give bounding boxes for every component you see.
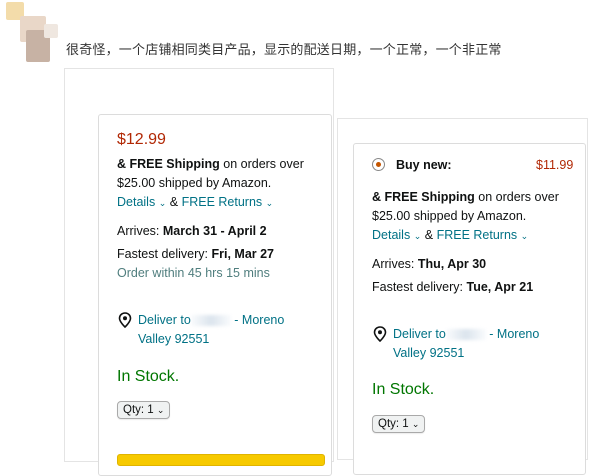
location-pin-icon — [118, 312, 132, 328]
right-in-stock: In Stock. — [372, 381, 435, 398]
right-arrives-value: Thu, Apr 30 — [417, 257, 487, 271]
chevron-down-icon: ⌄ — [520, 231, 529, 241]
left-in-stock: In Stock. — [117, 368, 180, 385]
left-qty-select[interactable]: Qty: 1 ⌄ — [117, 401, 171, 419]
left-shipping-line: & FREE Shipping on orders over — [117, 157, 304, 171]
left-free-returns-link[interactable]: FREE Returns ⌄ — [182, 195, 274, 209]
right-arrives-label: Arrives: — [372, 257, 418, 271]
left-arrives-label: Arrives: — [117, 224, 163, 238]
right-free-returns-link[interactable]: FREE Returns ⌄ — [437, 228, 529, 242]
post-text: 很奇怪，一个店铺相同类目产品，显示的配送日期，一个正常，一个非正常 — [66, 43, 502, 58]
chevron-down-icon: ⌄ — [158, 198, 167, 208]
right-fastest-label: Fastest delivery: — [372, 280, 467, 294]
chevron-down-icon: ⌄ — [413, 231, 422, 241]
right-details-link[interactable]: Details ⌄ — [372, 228, 421, 242]
right-fastest: Fastest delivery: Tue, Apr 21 — [372, 280, 533, 294]
left-fastest: Fastest delivery: Fri, Mar 27 — [117, 247, 274, 261]
right-fastest-value: Tue, Apr 21 — [466, 280, 534, 294]
chevron-down-icon: ⌄ — [411, 419, 420, 429]
left-add-to-cart-button[interactable] — [117, 454, 325, 466]
avatar — [6, 2, 60, 62]
left-free-shipping: & FREE Shipping — [117, 157, 220, 171]
left-arrives-value: March 31 - April 2 — [162, 224, 267, 238]
right-deliver-link[interactable]: Deliver to - Moreno — [393, 327, 539, 341]
left-links-line: Details ⌄ & FREE Returns ⌄ — [117, 195, 273, 209]
left-fastest-value: Fri, Mar 27 — [211, 247, 275, 261]
right-deliver-city2[interactable]: Valley 92551 — [393, 346, 464, 360]
right-shipping-rest: on orders over — [474, 190, 559, 204]
right-links-line: Details ⌄ & FREE Returns ⌄ — [372, 228, 528, 242]
left-deliver-link[interactable]: Deliver to - Moreno — [138, 313, 284, 327]
right-arrives: Arrives: Thu, Apr 30 — [372, 257, 486, 271]
left-order-within: Order within 45 hrs 15 mins — [117, 266, 270, 280]
chevron-down-icon: ⌄ — [265, 198, 274, 208]
right-qty-select[interactable]: Qty: 1 ⌄ — [372, 415, 426, 433]
left-shipping-rest: on orders over — [219, 157, 304, 171]
left-offer-card: $12.99 & FREE Shipping on orders over $2… — [98, 114, 332, 476]
left-arrives: Arrives: March 31 - April 2 — [117, 224, 267, 238]
right-amp: & — [424, 228, 434, 242]
location-pin-icon — [373, 326, 387, 342]
left-details-link[interactable]: Details ⌄ — [117, 195, 166, 209]
right-shipping-line: & FREE Shipping on orders over — [372, 190, 559, 204]
left-deliver-city2[interactable]: Valley 92551 — [138, 332, 209, 346]
left-amp: & — [169, 195, 179, 209]
left-price: $12.99 — [117, 131, 166, 148]
right-shipped-by: $25.00 shipped by Amazon. — [372, 209, 527, 223]
chevron-down-icon: ⌄ — [156, 405, 165, 415]
right-free-shipping: & FREE Shipping — [372, 190, 475, 204]
left-shipped-by: $25.00 shipped by Amazon. — [117, 176, 272, 190]
left-fastest-label: Fastest delivery: — [117, 247, 212, 261]
right-offer-content: & FREE Shipping on orders over $25.00 sh… — [353, 143, 584, 473]
